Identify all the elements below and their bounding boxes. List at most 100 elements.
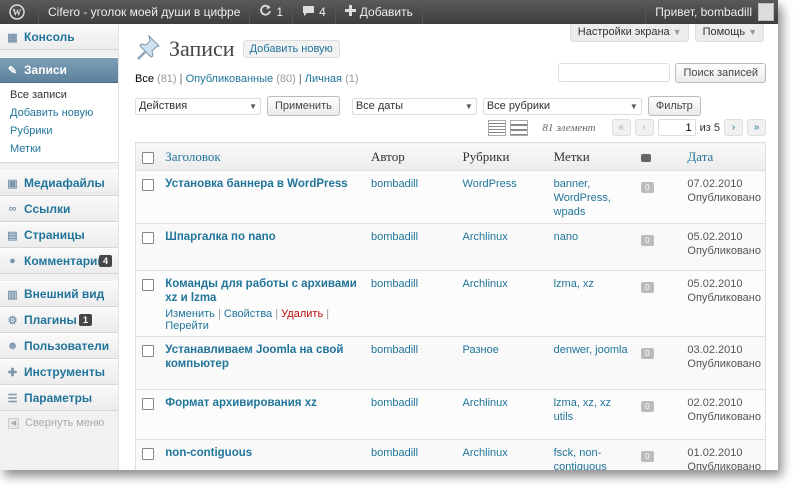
wp-logo-icon[interactable]: W: [0, 0, 39, 24]
comment-count-bubble[interactable]: 0: [641, 282, 654, 293]
menu-media[interactable]: ▣ Медиафайлы: [0, 170, 118, 196]
comments-link[interactable]: 4: [293, 0, 336, 24]
categories-value: Все рубрики: [486, 100, 550, 112]
category-cell: Разное: [458, 336, 550, 390]
updates-link[interactable]: 1: [250, 0, 294, 24]
tags-links[interactable]: nano: [554, 230, 634, 244]
tags-links[interactable]: lzma, xz: [554, 277, 634, 291]
menu-dashboard[interactable]: ▦ Консоль: [0, 24, 118, 50]
current-page-input[interactable]: [657, 119, 696, 136]
quick-edit-link[interactable]: Свойства: [224, 308, 272, 320]
submenu-add-new[interactable]: Добавить новую: [0, 104, 118, 122]
apply-button[interactable]: Применить: [267, 96, 340, 116]
search-posts-button[interactable]: Поиск записей: [675, 63, 766, 83]
comment-count-bubble[interactable]: 0: [641, 182, 654, 193]
row-checkbox[interactable]: [142, 345, 154, 357]
row-checkbox[interactable]: [142, 179, 154, 191]
select-all-checkbox[interactable]: [142, 151, 154, 164]
dashboard-icon: ▦: [7, 31, 18, 44]
author-link[interactable]: bombadill: [371, 343, 455, 357]
excerpt-view-icon[interactable]: [510, 119, 529, 136]
menu-appearance[interactable]: ▥ Внешний вид: [0, 281, 118, 307]
my-account-link[interactable]: Привет, bombadill: [645, 0, 778, 24]
last-page-button[interactable]: »: [747, 119, 766, 136]
date-cell: 05.02.2010 Опубликовано: [683, 270, 766, 337]
view-all[interactable]: Все (81): [135, 73, 177, 85]
column-title[interactable]: Заголовок: [161, 142, 367, 171]
category-link[interactable]: Archlinux: [463, 396, 546, 410]
help-button[interactable]: Помощь ▼: [694, 24, 764, 42]
comment-count-bubble[interactable]: 0: [641, 401, 654, 412]
media-icon: ▣: [7, 177, 18, 190]
post-title-link[interactable]: Команды для работы с архивами xz и lzma: [165, 277, 363, 305]
post-title-link[interactable]: Формат архивирования xz: [165, 396, 363, 410]
search-box: Поиск записей: [558, 63, 766, 83]
prev-page-button[interactable]: ‹: [634, 119, 654, 136]
collapse-menu-button[interactable]: ◀ Свернуть меню: [0, 411, 118, 435]
category-link[interactable]: Archlinux: [463, 446, 546, 460]
filter-button[interactable]: Фильтр: [647, 96, 701, 116]
menu-settings[interactable]: ☰ Параметры: [0, 385, 118, 411]
tags-links[interactable]: lzma, xz, xz utils: [554, 396, 634, 424]
post-status: Опубликовано: [687, 192, 761, 204]
dates-select[interactable]: Все даты ▼: [351, 97, 477, 115]
post-title-link[interactable]: Устанавливаем Joomla на свой компьютер: [165, 343, 363, 371]
comment-count-bubble[interactable]: 0: [641, 451, 654, 462]
tags-links[interactable]: denwer, joomla: [554, 343, 634, 357]
submenu-categories[interactable]: Рубрики: [0, 122, 118, 140]
trash-link[interactable]: Удалить: [281, 308, 323, 320]
column-date[interactable]: Дата: [683, 142, 766, 171]
menu-tools[interactable]: ✚ Инструменты: [0, 359, 118, 385]
categories-select[interactable]: Все рубрики ▼: [482, 97, 642, 115]
row-checkbox[interactable]: [142, 232, 154, 244]
tags-links[interactable]: banner, WordPress, wpads: [554, 177, 634, 219]
comment-count-bubble[interactable]: 0: [641, 235, 654, 246]
edit-link[interactable]: Изменить: [165, 308, 215, 320]
view-private[interactable]: Личная (1): [305, 73, 359, 85]
author-link[interactable]: bombadill: [371, 446, 455, 460]
menu-links[interactable]: ∞ Ссылки: [0, 196, 118, 222]
menu-pages[interactable]: ▤ Страницы: [0, 222, 118, 248]
bulk-actions-value: Действия: [139, 100, 188, 112]
view-link[interactable]: Перейти: [165, 320, 209, 332]
author-link[interactable]: bombadill: [371, 396, 455, 410]
post-title-link[interactable]: Установка баннера в WordPress: [165, 177, 363, 191]
category-link[interactable]: Archlinux: [463, 277, 546, 291]
menu-posts[interactable]: ✎ Записи: [0, 57, 118, 83]
submenu-tags[interactable]: Метки: [0, 140, 118, 158]
pushpin-icon: [135, 34, 161, 63]
column-comments[interactable]: [637, 142, 684, 171]
screen-options-button[interactable]: Настройки экрана ▼: [569, 24, 689, 42]
category-link[interactable]: Archlinux: [463, 230, 546, 244]
site-title-link[interactable]: Cifero - уголок моей души в цифре: [39, 0, 251, 24]
menu-comments[interactable]: ● Комментарии 4: [0, 248, 118, 274]
row-checkbox[interactable]: [142, 448, 154, 460]
author-link[interactable]: bombadill: [371, 277, 455, 291]
view-published[interactable]: Опубликованные (80): [186, 73, 296, 85]
menu-users[interactable]: ☻ Пользователи: [0, 333, 118, 359]
category-link[interactable]: Разное: [463, 343, 546, 357]
post-title-link[interactable]: non-contiguous: [165, 446, 363, 460]
author-cell: bombadill: [366, 270, 459, 337]
post-title-link[interactable]: Шпаргалка по nano: [165, 230, 363, 244]
row-checkbox[interactable]: [142, 398, 154, 410]
title-cell: Шпаргалка по nano: [161, 223, 367, 271]
comment-count-bubble[interactable]: 0: [641, 348, 654, 359]
author-link[interactable]: bombadill: [371, 177, 455, 191]
row-checkbox[interactable]: [142, 279, 154, 291]
tags-links[interactable]: fsck, non-contiguous: [554, 446, 634, 470]
next-page-button[interactable]: ›: [724, 119, 743, 136]
add-new-link[interactable]: Добавить: [336, 0, 423, 24]
category-link[interactable]: WordPress: [463, 177, 546, 191]
menu-plugins[interactable]: ⚙ Плагины 1: [0, 307, 118, 333]
bulk-actions-select[interactable]: Действия ▼: [135, 97, 261, 115]
first-page-button[interactable]: «: [611, 119, 631, 136]
post-date: 05.02.2010: [687, 231, 743, 243]
add-new-post-button[interactable]: Добавить новую: [242, 39, 340, 58]
submenu-all-posts[interactable]: Все записи: [0, 86, 118, 104]
list-view-icon[interactable]: [488, 119, 507, 136]
comment-icon: ●: [9, 255, 16, 267]
author-link[interactable]: bombadill: [371, 230, 455, 244]
search-input[interactable]: [558, 63, 671, 82]
page-title: Записи: [169, 35, 235, 61]
